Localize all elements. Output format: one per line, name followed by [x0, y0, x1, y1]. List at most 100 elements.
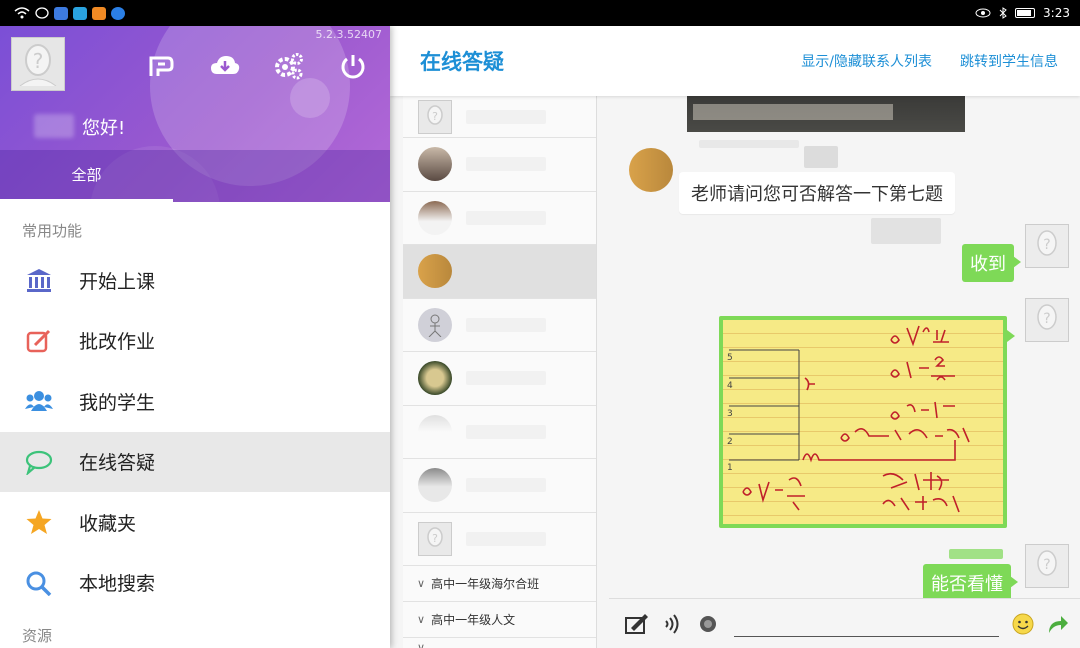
teacher-avatar[interactable]: ? [1025, 544, 1069, 588]
students-icon [24, 386, 54, 416]
main-panel: 在线答疑 显示/隐藏联系人列表 跳转到学生信息 ? ? ∨ 高中一年级海尔合班 … [390, 26, 1080, 648]
live-logo-icon [149, 56, 174, 76]
svg-text:5: 5 [727, 353, 733, 363]
menu-start-class[interactable]: 开始上课 [0, 250, 390, 311]
message-icon [35, 7, 49, 19]
svg-text:?: ? [1043, 237, 1050, 253]
group-item[interactable]: ∨ 高中一年级海尔合班 [403, 566, 596, 602]
chat-history[interactable]: 老师请问您可否解答一下第七题 收到 ? 5 4 3 2 1 ? 能否看懂 ? [609, 96, 1080, 598]
edit-icon [24, 326, 54, 356]
menu-favorites[interactable]: 收藏夹 [0, 492, 390, 553]
user-avatar[interactable]: ? [11, 37, 65, 91]
svg-text:?: ? [1043, 311, 1050, 327]
teacher-avatar[interactable]: ? [1025, 224, 1069, 268]
contact-item-selected[interactable] [403, 245, 596, 299]
contact-name-redacted [466, 109, 546, 124]
search-icon [24, 568, 54, 598]
handwritten-image-message[interactable]: 5 4 3 2 1 [719, 316, 1015, 528]
menu-local-search[interactable]: 本地搜索 [0, 553, 390, 614]
drawer-tabbar: 全部 [0, 150, 390, 202]
logout-button[interactable] [336, 50, 370, 82]
section-common-functions: 常用功能 [22, 222, 83, 240]
contact-avatar [418, 200, 452, 235]
contact-item[interactable]: ? [403, 513, 596, 566]
contact-list[interactable]: ? ? ∨ 高中一年级海尔合班 ∨ 高中一年级人文 ∨ [403, 96, 597, 648]
app-version: 5.2.3.52407 [315, 28, 382, 41]
contact-item[interactable] [403, 406, 596, 459]
menu-label: 我的学生 [79, 391, 156, 414]
contact-avatar [418, 361, 452, 396]
navigation-drawer: 5.2.3.52407 ? 您好! 全部 常用功能 开始上课 批改作业 我的学生… [0, 26, 390, 648]
teacher-avatar[interactable]: ? [1025, 298, 1069, 342]
drawer-header: 5.2.3.52407 ? 您好! 全部 [0, 26, 390, 202]
contact-item[interactable] [403, 459, 596, 513]
tab-all[interactable]: 全部 [0, 150, 173, 202]
status-time: 3:23 [1043, 6, 1070, 20]
incoming-message[interactable]: 老师请问您可否解答一下第七题 [679, 172, 955, 214]
student-info-button[interactable]: 跳转到学生信息 [960, 51, 1058, 71]
menu-label: 批改作业 [79, 331, 156, 354]
contact-name-redacted [466, 531, 546, 546]
contact-item[interactable] [403, 138, 596, 192]
send-button[interactable] [1044, 610, 1072, 638]
group-item[interactable]: ∨ 高中一年级人文 [403, 602, 596, 638]
svg-text:1: 1 [727, 463, 733, 473]
avatar-placeholder-icon: ? [19, 44, 57, 86]
status-bar: 3:23 [0, 0, 1080, 26]
app-notify-icon [54, 6, 68, 20]
svg-text:2: 2 [727, 437, 733, 447]
redacted-text [871, 218, 941, 244]
message-input-bar [609, 598, 1080, 648]
bluetooth-icon [999, 7, 1007, 19]
greeting-text: 您好! [82, 118, 126, 139]
svg-text:?: ? [33, 49, 44, 73]
gears-icon [275, 53, 303, 80]
menu-my-students[interactable]: 我的学生 [0, 371, 390, 432]
classroom-icon [24, 265, 54, 295]
menu-grade-homework[interactable]: 批改作业 [0, 311, 390, 372]
chevron-down-icon: ∨ [417, 577, 426, 590]
svg-text:3: 3 [727, 409, 733, 419]
cloud-download-button[interactable] [208, 50, 242, 82]
contact-item[interactable] [403, 192, 596, 245]
svg-text:?: ? [1043, 557, 1050, 573]
wifi-icon [14, 7, 30, 19]
battery-icon [1015, 8, 1036, 18]
outgoing-message[interactable]: 收到 [962, 244, 1021, 282]
outgoing-message[interactable]: 能否看懂 [923, 564, 1018, 598]
cloud-download-icon [211, 56, 240, 74]
toggle-contacts-button[interactable]: 显示/隐藏联系人列表 [801, 51, 932, 71]
contact-item[interactable] [403, 352, 596, 406]
live-classroom-button[interactable] [144, 50, 178, 82]
record-icon [699, 615, 716, 632]
record-button[interactable] [694, 610, 722, 638]
image-message[interactable] [687, 96, 965, 132]
group-label: 高中一年级海尔合班 [431, 577, 540, 591]
play-notify-icon [92, 6, 106, 20]
contact-avatar [418, 414, 452, 449]
contact-name-redacted [466, 317, 546, 332]
message-input[interactable] [733, 610, 999, 637]
contact-item[interactable] [403, 299, 596, 352]
handwriting-board-button[interactable] [623, 610, 651, 638]
contact-avatar: ? [418, 99, 452, 134]
menu-label: 开始上课 [79, 270, 156, 293]
svg-text:4: 4 [727, 381, 733, 391]
svg-text:?: ? [432, 532, 438, 545]
menu-label: 收藏夹 [79, 512, 137, 535]
settings-button[interactable] [272, 50, 306, 82]
emoji-button[interactable] [1009, 610, 1037, 638]
chevron-down-icon: ∨ [417, 613, 426, 626]
menu-online-qa[interactable]: 在线答疑 [0, 431, 390, 492]
menu-label: 在线答疑 [79, 452, 156, 475]
contact-avatar [418, 307, 452, 342]
status-notification-icons [14, 6, 125, 20]
cloud-notify-icon [73, 6, 87, 20]
group-item[interactable]: ∨ [403, 638, 596, 648]
contact-avatar: ? [418, 521, 452, 556]
contact-item[interactable]: ? [403, 96, 596, 138]
handwritten-solution-drawing: 5 4 3 2 1 [727, 325, 970, 513]
sender-avatar[interactable] [629, 148, 673, 192]
voice-button[interactable] [659, 610, 687, 638]
contact-name-redacted [466, 210, 546, 225]
